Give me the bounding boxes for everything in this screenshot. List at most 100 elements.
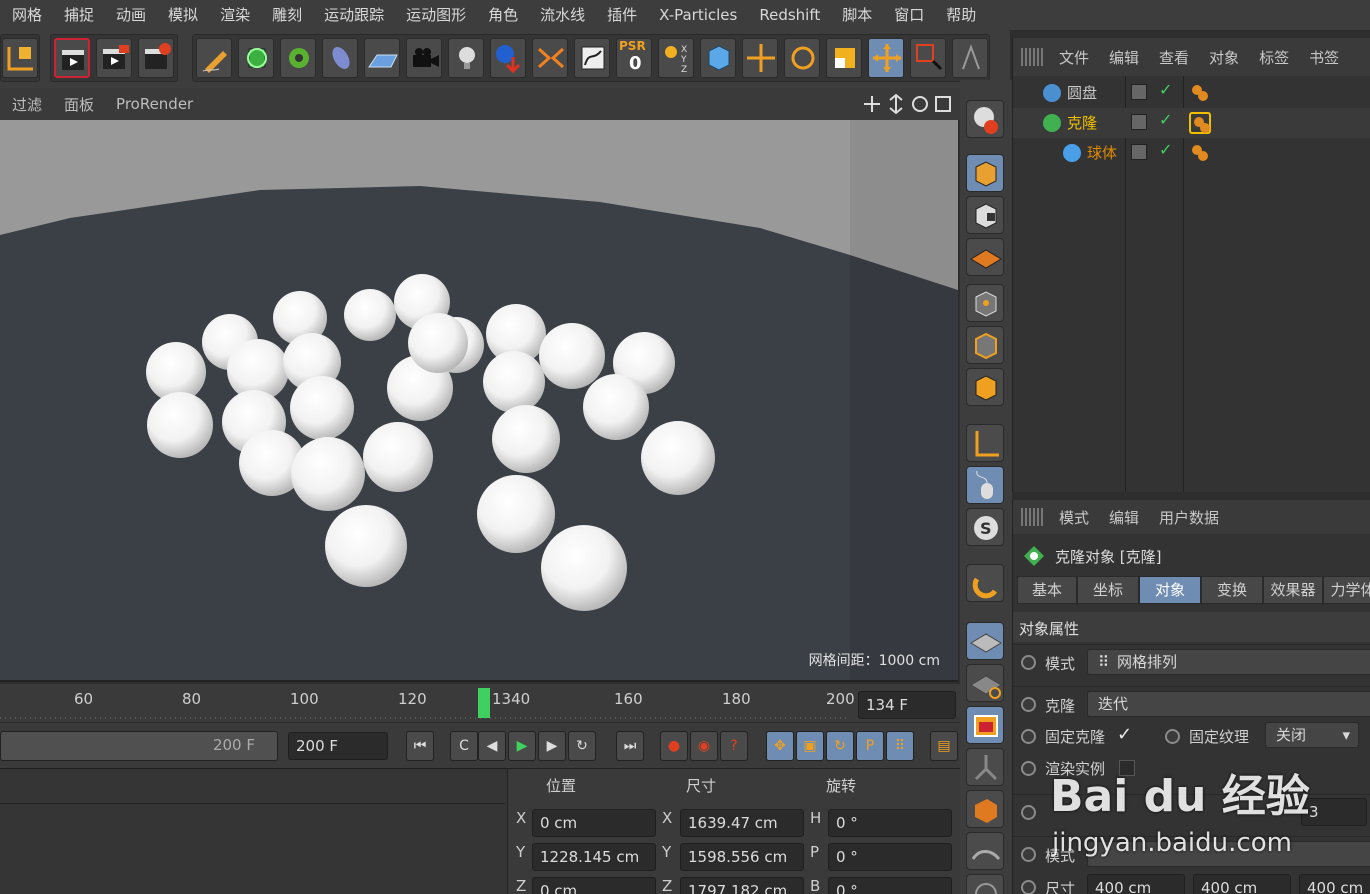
attribute-menu-item[interactable]: 用户数据: [1159, 507, 1219, 528]
rotation-key-icon[interactable]: ↻: [826, 731, 854, 761]
menu-item[interactable]: 角色: [476, 0, 528, 30]
record-key-icon[interactable]: ●: [660, 731, 688, 761]
layer-icon[interactable]: [1131, 144, 1147, 160]
attribute-tab[interactable]: 对象: [1139, 576, 1201, 604]
menu-item[interactable]: 动画: [104, 0, 156, 30]
attribute-tab[interactable]: 力学体: [1323, 576, 1370, 604]
rotation-field[interactable]: 0 °: [828, 877, 952, 894]
grid-snap-icon[interactable]: [966, 664, 1004, 702]
texture-mode-icon[interactable]: [966, 196, 1004, 234]
axis-mode-icon[interactable]: [966, 424, 1004, 462]
layer-icon[interactable]: [1131, 84, 1147, 100]
end-frame-field[interactable]: 200 F: [288, 732, 388, 760]
coordinate-system-icon[interactable]: [2, 38, 38, 78]
paint-tool-icon[interactable]: [966, 790, 1004, 828]
size-z-field[interactable]: 400 cm: [1299, 874, 1370, 894]
fix-texture-dropdown[interactable]: 关闭 ▾: [1265, 722, 1359, 748]
enabled-check-icon[interactable]: ✓: [1159, 110, 1172, 129]
size-y-field[interactable]: 400 cm: [1193, 874, 1291, 894]
auto-key-icon[interactable]: ◉: [690, 731, 718, 761]
render-settings-icon[interactable]: [138, 38, 174, 78]
joint-icon[interactable]: [966, 748, 1004, 786]
material-tag-icon[interactable]: [1189, 112, 1211, 134]
render-instance-checkbox[interactable]: [1119, 760, 1135, 776]
object-menu-item[interactable]: 查看: [1159, 47, 1189, 68]
fix-texture-animate-radio[interactable]: [1165, 729, 1180, 744]
position-field[interactable]: 1228.145 cm: [532, 843, 656, 871]
solo-icon[interactable]: [966, 706, 1004, 744]
deformer-icon[interactable]: [322, 38, 358, 78]
menu-item[interactable]: Redshift: [747, 0, 830, 30]
keyframe-selection-icon[interactable]: ?: [720, 731, 748, 761]
scale-key-icon[interactable]: ▣: [796, 731, 824, 761]
size-field[interactable]: 1639.47 cm: [680, 809, 804, 837]
loop-icon[interactable]: ↻: [568, 731, 596, 761]
model-mode-icon[interactable]: [966, 154, 1004, 192]
menu-item[interactable]: 雕刻: [260, 0, 312, 30]
go-to-end-icon[interactable]: ⏭: [616, 731, 644, 761]
object-row[interactable]: 圆盘 ✓: [1013, 78, 1370, 108]
menu-item[interactable]: 捕捉: [52, 0, 104, 30]
points-mode-icon[interactable]: [966, 284, 1004, 322]
xparticles-modifier-icon[interactable]: [532, 38, 568, 78]
panel-grip-icon[interactable]: [1021, 508, 1045, 526]
hair-icon[interactable]: [966, 874, 1004, 894]
symmetry-icon[interactable]: [952, 38, 988, 78]
position-field[interactable]: 0 cm: [532, 877, 656, 894]
rectangle-selection-icon[interactable]: [910, 38, 946, 78]
position-key-icon[interactable]: ✥: [766, 731, 794, 761]
render-globe-icon[interactable]: [966, 100, 1004, 138]
menu-item[interactable]: 脚本: [830, 0, 882, 30]
rotation-field[interactable]: 0 °: [828, 843, 952, 871]
layer-icon[interactable]: [1131, 114, 1147, 130]
menu-item[interactable]: 运动跟踪: [312, 0, 394, 30]
3d-viewport[interactable]: 网格间距：1000 cm: [0, 120, 958, 682]
attribute-tab[interactable]: 效果器: [1263, 576, 1323, 604]
object-menu-item[interactable]: 文件: [1059, 47, 1089, 68]
magnet-icon[interactable]: [966, 564, 1004, 602]
attribute-tab[interactable]: 坐标: [1077, 576, 1139, 604]
cube-primitive-icon[interactable]: [238, 38, 274, 78]
pla-key-icon[interactable]: ⠿: [886, 731, 914, 761]
render-view-icon[interactable]: [54, 38, 90, 78]
frame-range-slider[interactable]: 200 F: [0, 731, 278, 761]
panel-grip-icon[interactable]: [1021, 48, 1045, 66]
record-icon[interactable]: C: [450, 731, 478, 761]
size-x-field[interactable]: 400 cm: [1087, 874, 1185, 894]
attribute-tab[interactable]: 基本: [1017, 576, 1077, 604]
render-instance-animate-radio[interactable]: [1021, 761, 1036, 776]
mode-animate-radio[interactable]: [1021, 655, 1036, 670]
render-picture-viewer-icon[interactable]: [96, 38, 132, 78]
fix-clone-animate-radio[interactable]: [1021, 729, 1036, 744]
enabled-check-icon[interactable]: ✓: [1159, 140, 1172, 159]
menu-item[interactable]: 运动图形: [394, 0, 476, 30]
next-frame-icon[interactable]: ▶: [538, 731, 566, 761]
material-tag-icon[interactable]: [1189, 142, 1211, 164]
object-menu-item[interactable]: 标签: [1259, 47, 1289, 68]
polygons-mode-icon[interactable]: [966, 368, 1004, 406]
menu-item[interactable]: 插件: [595, 0, 647, 30]
clones-animate-radio[interactable]: [1021, 697, 1036, 712]
rotate-tool-icon[interactable]: [784, 38, 820, 78]
viewport-menu-filter[interactable]: 过滤: [12, 94, 42, 115]
menu-item[interactable]: 帮助: [934, 0, 986, 30]
menu-item[interactable]: 窗口: [882, 0, 934, 30]
sculpt-icon[interactable]: [966, 832, 1004, 870]
edges-mode-icon[interactable]: [966, 326, 1004, 364]
object-row[interactable]: 球体 ✓: [1013, 138, 1370, 168]
menu-item[interactable]: X-Particles: [647, 0, 747, 30]
timeline-ruler[interactable]: 60 80 100 120 1340 160 180 200 134 F: [0, 684, 960, 722]
attribute-menu-item[interactable]: 模式: [1059, 507, 1089, 528]
pen-tool-icon[interactable]: [196, 38, 232, 78]
count-z-field[interactable]: 3: [1301, 798, 1367, 826]
object-menu-item[interactable]: 对象: [1209, 47, 1239, 68]
scale-tool-icon[interactable]: [826, 38, 862, 78]
tweak-mode-icon[interactable]: [966, 466, 1004, 504]
material-tag-icon[interactable]: [1189, 82, 1211, 104]
rotation-field[interactable]: 0 °: [828, 809, 952, 837]
size-field[interactable]: 1797.182 cm: [680, 877, 804, 894]
size-field[interactable]: 1598.556 cm: [680, 843, 804, 871]
position-field[interactable]: 0 cm: [532, 809, 656, 837]
menu-item[interactable]: 流水线: [528, 0, 595, 30]
mode-dropdown[interactable]: ⠿ 网格排列: [1087, 649, 1370, 675]
